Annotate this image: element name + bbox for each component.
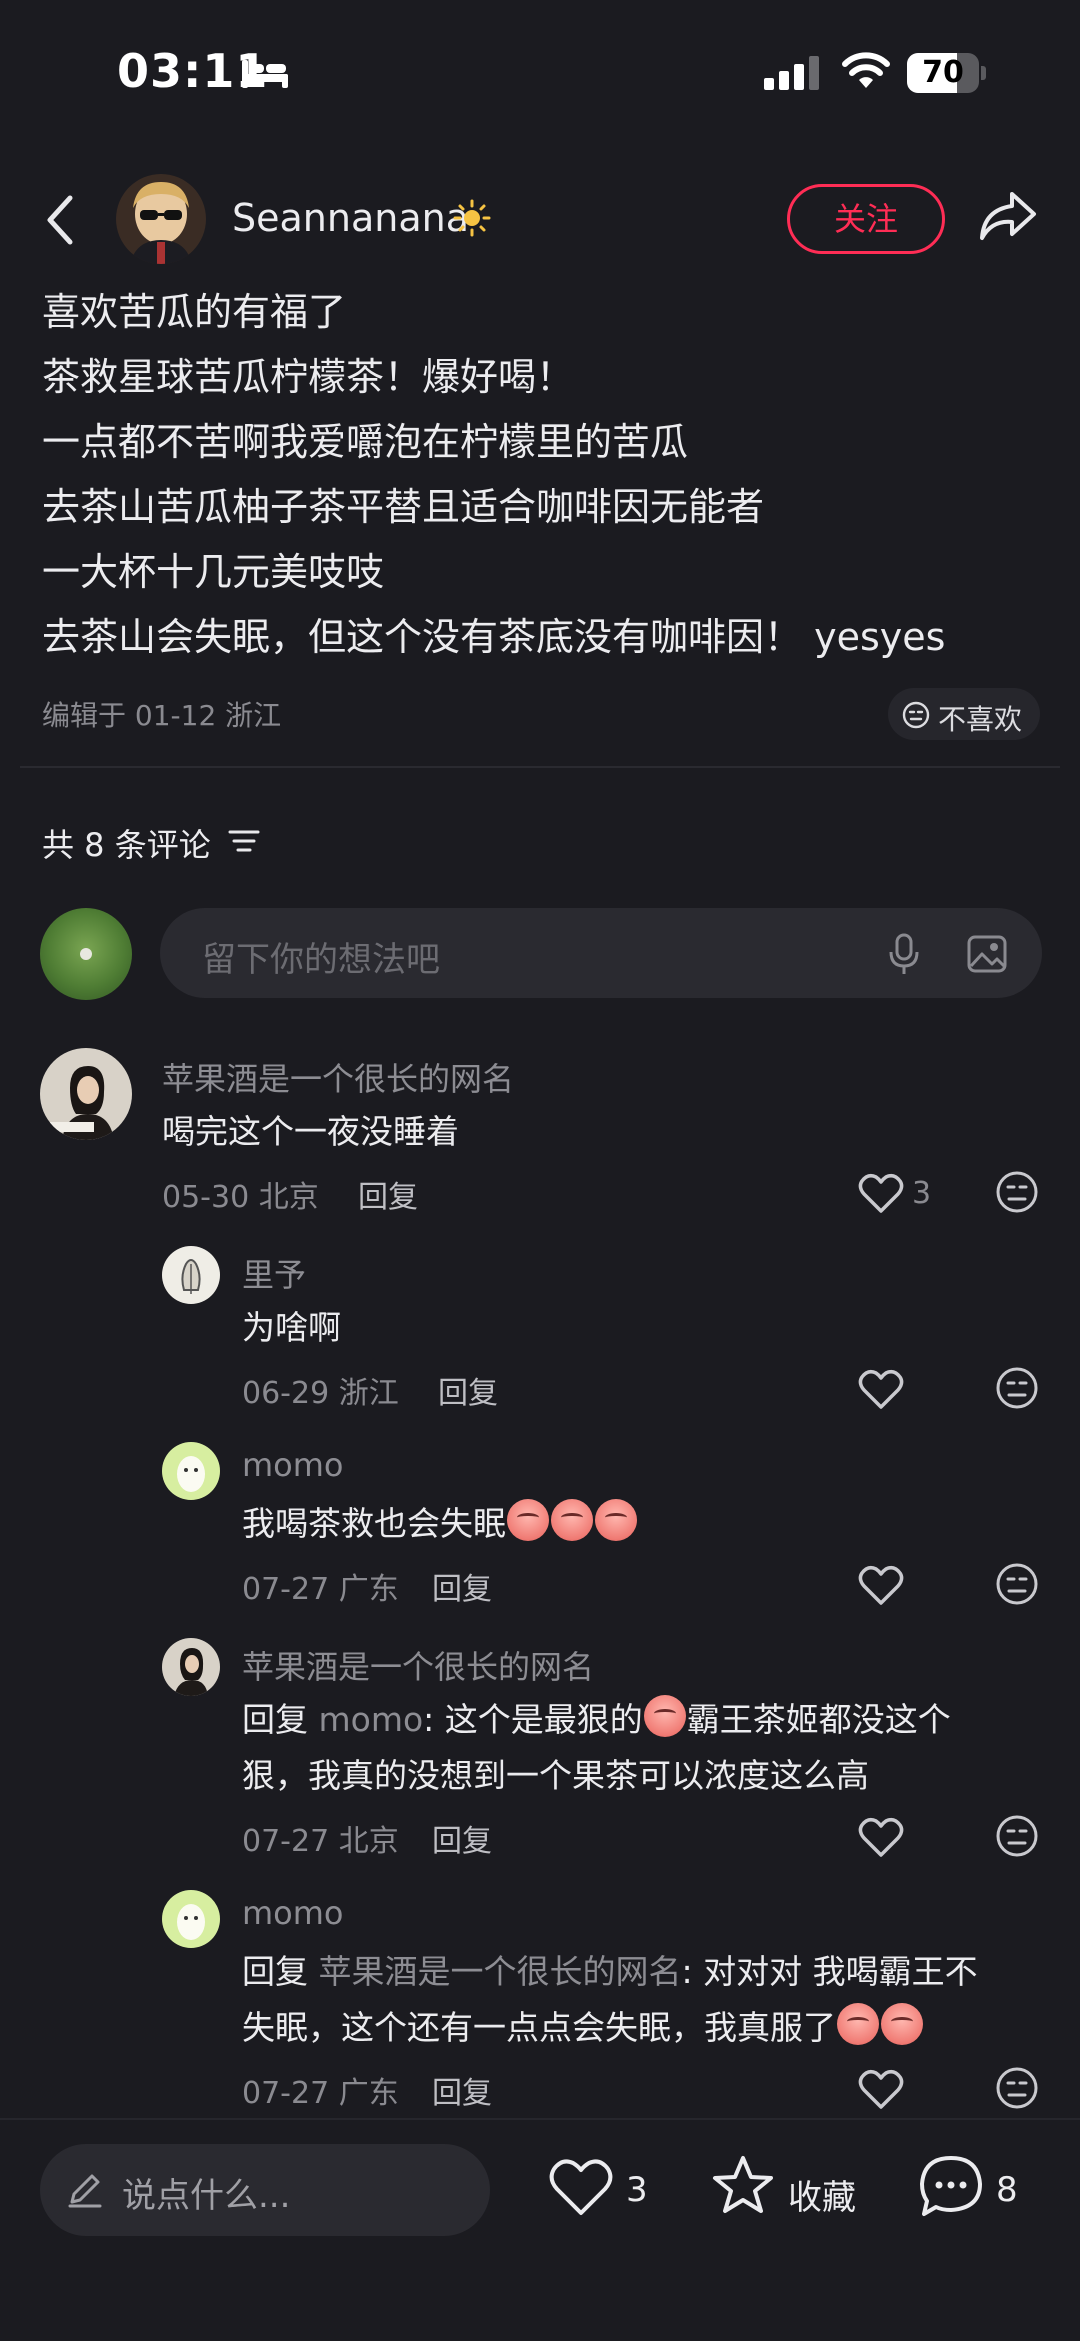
commenter-avatar[interactable] <box>40 1048 132 1140</box>
reply-button[interactable]: 回复 <box>438 1368 498 1412</box>
reply-button[interactable]: 回复 <box>358 1172 418 1216</box>
image-icon[interactable] <box>966 934 1008 974</box>
post-line: 喜欢苦瓜的有福了 <box>42 290 347 334</box>
dislike-button[interactable]: 不喜欢 <box>888 688 1040 740</box>
say-something-placeholder: 说点什么... <box>122 2176 291 2216</box>
comment-count: 8 <box>996 2170 1018 2210</box>
collect-label: 收藏 <box>788 2178 856 2218</box>
comment-text: 回复 苹果酒是一个很长的网名: 对对对 我喝霸王不 <box>242 1944 978 2000</box>
sort-filter-icon[interactable] <box>228 826 260 856</box>
commenter-avatar[interactable] <box>162 1638 220 1696</box>
dislike-label: 不喜欢 <box>938 703 1023 736</box>
collect-button[interactable]: 收藏 <box>710 2154 870 2224</box>
comment-text-part: : 对对对 我喝霸王不 <box>681 1952 978 1991</box>
comment-date-location: 06-29 浙江 <box>242 1376 399 1411</box>
reply-button[interactable]: 回复 <box>432 2068 492 2112</box>
post-content: 喜欢苦瓜的有福了 茶救星球苦瓜柠檬茶！爆好喝！ 一点都不苦啊我爱嚼泡在柠檬里的苦… <box>42 280 1052 670</box>
cellular-signal-icon <box>764 56 819 90</box>
comment-date-location: 05-30 北京 <box>162 1180 319 1215</box>
commenter-name[interactable]: momo <box>242 1446 344 1484</box>
dislike-face-icon[interactable] <box>995 1366 1039 1410</box>
comment-text-part: 霸王茶姬都没这个 <box>686 1700 951 1739</box>
pencil-icon <box>68 2174 102 2208</box>
crying-emoji-icon <box>595 1499 637 1541</box>
like-heart-icon[interactable] <box>858 2068 904 2110</box>
reply-prefix: 回复 <box>242 1952 319 1991</box>
battery-level: 70 <box>922 55 964 90</box>
post-line: 一点都不苦啊我爱嚼泡在柠檬里的苦瓜 <box>42 420 689 464</box>
divider <box>20 766 1060 768</box>
follow-button[interactable]: 关注 <box>787 184 945 254</box>
battery-indicator: 70 <box>907 53 987 93</box>
angry-emoji-icon <box>643 1695 686 1737</box>
comment-text-line: 狠，我真的没想到一个果茶可以浓度这么高 <box>242 1756 869 1795</box>
mention-user[interactable]: momo <box>319 1700 424 1739</box>
crying-emoji-icon <box>507 1499 549 1541</box>
like-heart-icon[interactable] <box>858 1564 904 1606</box>
star-icon <box>713 2156 773 2213</box>
sun-icon <box>453 199 491 237</box>
comment-text-body: 我喝茶救也会失眠 <box>242 1504 506 1543</box>
commenter-avatar[interactable] <box>162 1890 220 1948</box>
commenter-name[interactable]: 里予 <box>242 1250 306 1296</box>
commenter-name[interactable]: momo <box>242 1894 344 1932</box>
comment-date-location: 07-27 广东 <box>242 2076 399 2111</box>
say-something-input[interactable]: 说点什么... <box>40 2144 490 2236</box>
dislike-face-icon[interactable] <box>995 1170 1039 1214</box>
back-arrow-icon[interactable] <box>40 190 80 250</box>
wifi-icon <box>842 52 890 88</box>
post-line: 去茶山苦瓜柚子茶平替且适合咖啡因无能者 <box>42 485 765 529</box>
heart-icon <box>549 2159 613 2215</box>
like-heart-icon[interactable] <box>858 1368 904 1410</box>
commenter-avatar[interactable] <box>162 1246 220 1304</box>
post-edit-meta: 编辑于 01-12 浙江 <box>42 699 282 732</box>
dislike-face-icon[interactable] <box>995 1814 1039 1858</box>
comment-text-part: : 这个是最狠的 <box>423 1700 643 1739</box>
author-avatar[interactable] <box>116 174 206 264</box>
neutral-face-icon <box>902 701 930 729</box>
comment-text: 为啥啊 <box>242 1308 341 1347</box>
commenter-name[interactable]: 苹果酒是一个很长的网名 <box>162 1054 514 1100</box>
like-heart-icon[interactable] <box>858 1816 904 1858</box>
dislike-face-icon[interactable] <box>995 2066 1039 2110</box>
comment-text: 喝完这个一夜没睡着 <box>162 1112 459 1151</box>
comment-date-location: 07-27 北京 <box>242 1824 399 1859</box>
like-count: 3 <box>626 2170 648 2210</box>
crying-emoji-icon <box>881 2003 923 2045</box>
like-heart-icon[interactable] <box>858 1172 904 1214</box>
crying-emoji-icon <box>837 2003 879 2045</box>
chat-bubble-icon <box>920 2156 982 2216</box>
post-line: 一大杯十几元美吱吱 <box>42 550 385 594</box>
commenter-name[interactable]: 苹果酒是一个很长的网名 <box>242 1642 594 1688</box>
status-bar: 03:11 70 <box>0 0 1080 150</box>
my-avatar <box>40 908 132 1000</box>
post-line: 茶救星球苦瓜柠檬茶！爆好喝！ <box>42 355 575 399</box>
mention-user[interactable]: 苹果酒是一个很长的网名 <box>319 1952 682 1991</box>
comment-placeholder: 留下你的想法吧 <box>202 940 440 980</box>
like-count: 3 <box>912 1176 932 1211</box>
reply-button[interactable]: 回复 <box>432 1564 492 1608</box>
comment-text: 我喝茶救也会失眠 <box>242 1496 638 1552</box>
crying-emoji-icon <box>551 1499 593 1541</box>
post-line: 去茶山会失眠，但这个没有茶底没有咖啡因！ yesyes <box>42 615 946 659</box>
dislike-face-icon[interactable] <box>995 1562 1039 1606</box>
comment-text: 回复 momo: 这个是最狠的 霸王茶姬都没这个 <box>242 1692 951 1748</box>
reply-button[interactable]: 回复 <box>432 1816 492 1860</box>
bottom-action-bar: 说点什么... 3 收藏 8 <box>0 2118 1080 2341</box>
comments-button[interactable]: 8 <box>918 2154 1048 2224</box>
author-name[interactable]: Seannanana <box>232 196 469 240</box>
microphone-icon[interactable] <box>886 932 922 976</box>
comment-text-line: 失眠，这个还有一点点会失眠，我真服了 <box>242 2000 924 2056</box>
reply-prefix: 回复 <box>242 1700 319 1739</box>
comment-text-part: 失眠，这个还有一点点会失眠，我真服了 <box>242 2008 836 2047</box>
comment-input[interactable]: 留下你的想法吧 <box>160 908 1042 998</box>
commenter-avatar[interactable] <box>162 1442 220 1500</box>
comment-date-location: 07-27 广东 <box>242 1572 399 1607</box>
sleep-focus-icon <box>242 60 288 88</box>
comments-count: 共 8 条评论 <box>42 826 211 864</box>
share-icon[interactable] <box>978 188 1038 244</box>
